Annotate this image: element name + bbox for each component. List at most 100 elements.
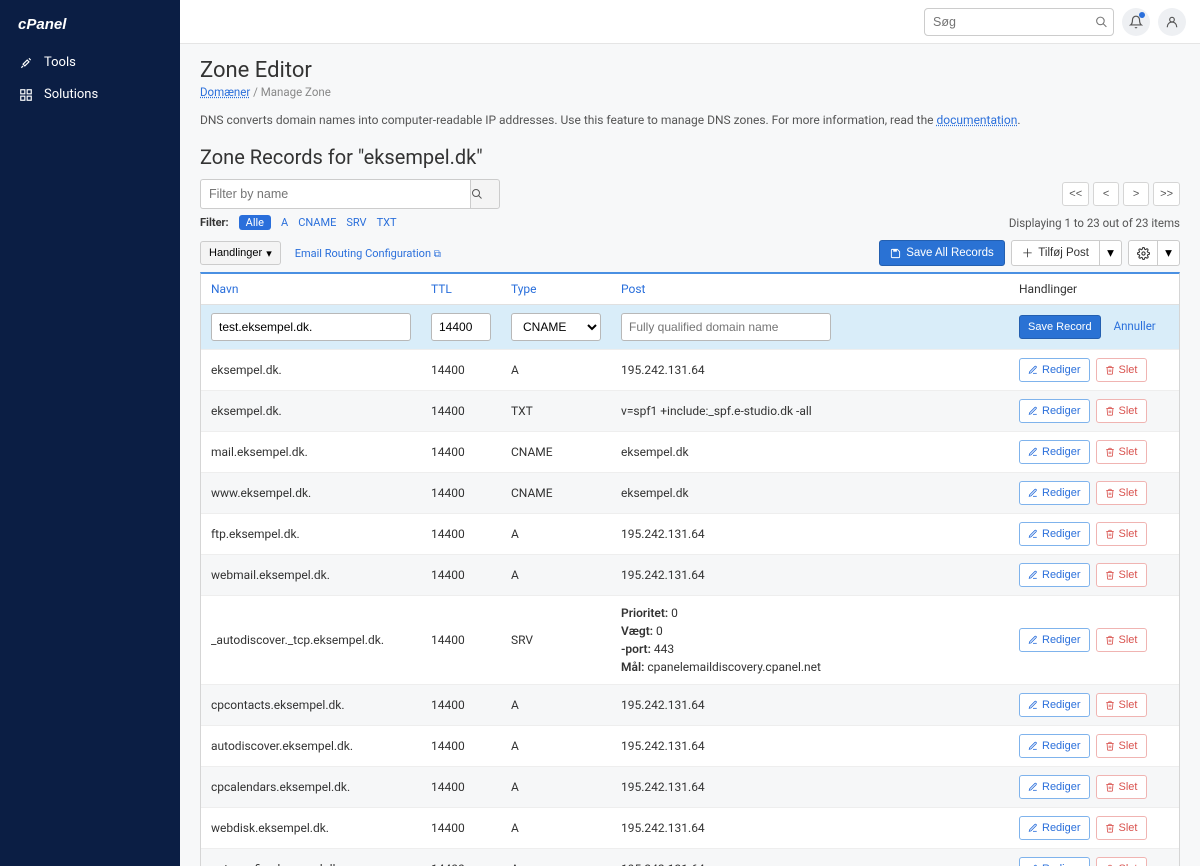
wrench-icon <box>18 55 34 71</box>
record-row: autoconfig.eksempel.dk.14400A195.242.131… <box>201 849 1179 866</box>
record-type: A <box>501 726 611 767</box>
edit-record-button[interactable]: Rediger <box>1019 734 1090 758</box>
record-edit-row: AAAAACNAMEMXSRVTXT Save Record Annuller <box>201 305 1179 350</box>
edit-post-input[interactable] <box>621 313 831 341</box>
search-icon[interactable] <box>1095 15 1108 28</box>
delete-record-button[interactable]: Slet <box>1096 857 1147 866</box>
edit-record-button[interactable]: Rediger <box>1019 563 1090 587</box>
record-row: ftp.eksempel.dk.14400A195.242.131.64Redi… <box>201 514 1179 555</box>
record-post: 195.242.131.64 <box>611 808 1009 849</box>
delete-record-button[interactable]: Slet <box>1096 522 1147 546</box>
save-record-button[interactable]: Save Record <box>1019 315 1101 339</box>
brand-logo[interactable]: cPanel <box>0 0 180 47</box>
edit-name-input[interactable] <box>211 313 411 341</box>
email-routing-link[interactable]: Email Routing Configuration ⧉ <box>295 247 441 260</box>
edit-record-button[interactable]: Rediger <box>1019 440 1090 464</box>
trash-icon <box>1105 529 1115 539</box>
add-record-button[interactable]: ＋ Tilføj Post <box>1011 240 1100 266</box>
delete-record-button[interactable]: Slet <box>1096 399 1147 423</box>
delete-record-button[interactable]: Slet <box>1096 358 1147 382</box>
pencil-icon <box>1028 782 1038 792</box>
page-title: Zone Editor <box>200 58 1180 83</box>
record-row: cpcalendars.eksempel.dk.14400A195.242.13… <box>201 767 1179 808</box>
record-type: SRV <box>501 596 611 685</box>
plus-icon: ＋ <box>1022 245 1034 261</box>
delete-record-button[interactable]: Slet <box>1096 628 1147 652</box>
record-type: A <box>501 685 611 726</box>
sidebar: cPanel Tools Solutions <box>0 0 180 866</box>
edit-type-select[interactable]: AAAAACNAMEMXSRVTXT <box>511 313 601 341</box>
add-record-dropdown-caret[interactable]: ▾ <box>1100 240 1122 266</box>
delete-record-button[interactable]: Slet <box>1096 481 1147 505</box>
edit-record-button[interactable]: Rediger <box>1019 628 1090 652</box>
edit-record-button[interactable]: Rediger <box>1019 857 1090 866</box>
trash-icon <box>1105 488 1115 498</box>
record-post: v=spf1 +include:_spf.e-studio.dk -all <box>611 391 1009 432</box>
documentation-link[interactable]: documentation <box>937 113 1018 127</box>
record-ttl: 14400 <box>421 596 501 685</box>
delete-record-button[interactable]: Slet <box>1096 563 1147 587</box>
section-title: Zone Records for "eksempel.dk" <box>200 145 1180 169</box>
filter-tag-cname[interactable]: CNAME <box>298 216 336 229</box>
cancel-edit-link[interactable]: Annuller <box>1114 319 1156 333</box>
pagination-button[interactable]: >> <box>1153 182 1180 206</box>
record-name: autodiscover.eksempel.dk. <box>201 726 421 767</box>
filter-label: Filter: <box>200 216 229 229</box>
caret-down-icon: ▾ <box>266 247 272 260</box>
record-row: www.eksempel.dk.14400CNAMEeksempel.dkRed… <box>201 473 1179 514</box>
edit-record-button[interactable]: Rediger <box>1019 693 1090 717</box>
edit-record-button[interactable]: Rediger <box>1019 775 1090 799</box>
edit-ttl-input[interactable] <box>431 313 491 341</box>
trash-icon <box>1105 741 1115 751</box>
pagination-button[interactable]: << <box>1062 182 1089 206</box>
edit-record-button[interactable]: Rediger <box>1019 358 1090 382</box>
settings-dropdown-caret[interactable]: ▾ <box>1158 240 1180 266</box>
column-header-post[interactable]: Post <box>611 274 1009 305</box>
delete-record-button[interactable]: Slet <box>1096 693 1147 717</box>
notifications-button[interactable] <box>1122 8 1150 36</box>
edit-record-button[interactable]: Rediger <box>1019 399 1090 423</box>
record-name: _autodiscover._tcp.eksempel.dk. <box>201 596 421 685</box>
edit-record-button[interactable]: Rediger <box>1019 481 1090 505</box>
filter-by-name-input[interactable] <box>200 179 470 209</box>
edit-record-button[interactable]: Rediger <box>1019 816 1090 840</box>
user-menu-button[interactable] <box>1158 8 1186 36</box>
external-link-icon: ⧉ <box>434 249 441 260</box>
pagination-button[interactable]: > <box>1123 182 1149 206</box>
delete-record-button[interactable]: Slet <box>1096 775 1147 799</box>
record-type: A <box>501 849 611 866</box>
pencil-icon <box>1028 406 1038 416</box>
notification-dot <box>1139 12 1145 18</box>
topbar <box>180 0 1200 44</box>
record-name: autoconfig.eksempel.dk. <box>201 849 421 866</box>
record-ttl: 14400 <box>421 391 501 432</box>
sidebar-item-tools[interactable]: Tools <box>0 47 180 79</box>
record-name: eksempel.dk. <box>201 391 421 432</box>
filter-search-button[interactable] <box>470 179 500 209</box>
sidebar-item-label: Tools <box>44 55 76 70</box>
delete-record-button[interactable]: Slet <box>1096 440 1147 464</box>
filter-tag-a[interactable]: A <box>281 216 288 229</box>
trash-icon <box>1105 406 1115 416</box>
filter-tag-srv[interactable]: SRV <box>346 216 366 229</box>
intro-text: DNS converts domain names into computer-… <box>200 113 1180 127</box>
settings-button[interactable] <box>1128 240 1158 266</box>
record-post: 195.242.131.64 <box>611 555 1009 596</box>
filter-tag-alle[interactable]: Alle <box>239 215 271 230</box>
trash-icon <box>1105 570 1115 580</box>
edit-record-button[interactable]: Rediger <box>1019 522 1090 546</box>
delete-record-button[interactable]: Slet <box>1096 734 1147 758</box>
delete-record-button[interactable]: Slet <box>1096 816 1147 840</box>
breadcrumb-root-link[interactable]: Domæner <box>200 85 250 99</box>
record-post: 195.242.131.64 <box>611 685 1009 726</box>
column-header-ttl[interactable]: TTL <box>421 274 501 305</box>
filter-tag-txt[interactable]: TXT <box>377 216 397 229</box>
pagination-button[interactable]: < <box>1093 182 1119 206</box>
record-name: webmail.eksempel.dk. <box>201 555 421 596</box>
global-search-input[interactable] <box>924 8 1114 36</box>
save-all-records-button[interactable]: Save All Records <box>879 240 1005 266</box>
actions-dropdown[interactable]: Handlinger ▾ <box>200 241 281 265</box>
column-header-type[interactable]: Type <box>501 274 611 305</box>
sidebar-item-solutions[interactable]: Solutions <box>0 79 180 111</box>
column-header-name[interactable]: Navn <box>201 274 421 305</box>
